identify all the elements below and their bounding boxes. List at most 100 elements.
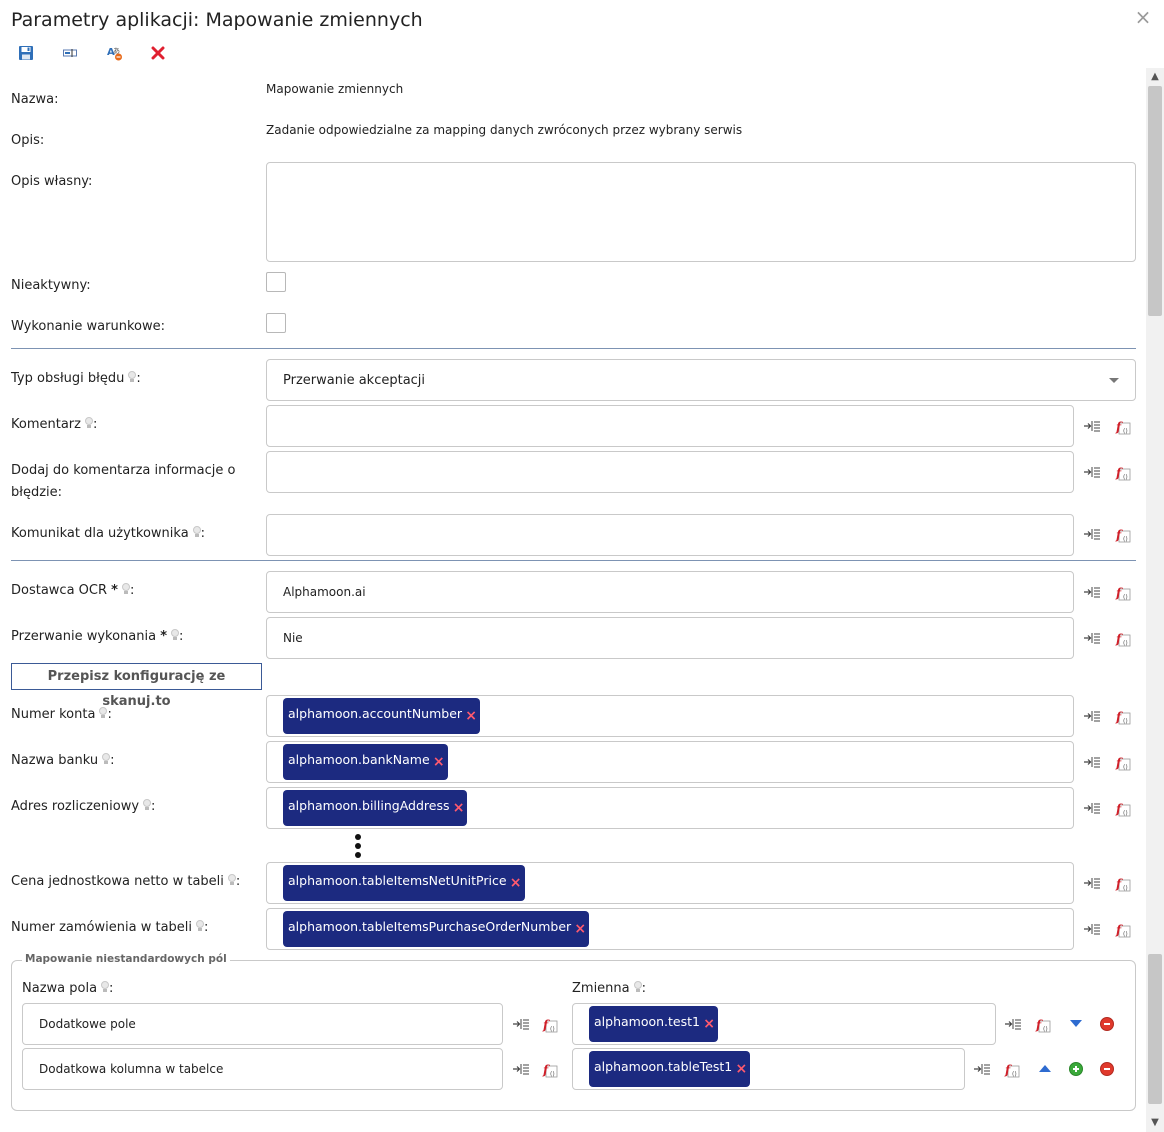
rename-icon[interactable] <box>58 42 82 64</box>
comment-field[interactable] <box>266 405 1074 447</box>
insert-variable-icon[interactable] <box>1083 419 1103 439</box>
inactive-label: Nieaktywny: <box>11 278 91 293</box>
user-message-field[interactable] <box>266 514 1074 556</box>
mapping-field-bank-name[interactable]: alphamoon.bankName × <box>266 741 1074 783</box>
hint-bulb-icon <box>143 799 152 810</box>
expression-editor-icon[interactable]: f() <box>1115 419 1135 439</box>
custom-mapping-legend: Mapowanie niestandardowych pól <box>22 953 230 965</box>
remove-row-icon[interactable] <box>1100 1062 1114 1076</box>
mapping-label-text: Numer konta <box>11 707 96 722</box>
expression-editor-icon[interactable]: f() <box>1115 755 1135 775</box>
vertical-scrollbar[interactable]: ▲ ▼ <box>1146 68 1164 1132</box>
stop-execution-field[interactable]: Nie <box>266 617 1074 659</box>
expression-editor-icon[interactable]: f() <box>1115 922 1135 942</box>
variable-tag-text: alphamoon.tableItemsNetUnitPrice <box>288 873 507 888</box>
expression-editor-icon[interactable]: f() <box>1035 1017 1055 1037</box>
remove-tag-icon[interactable]: × <box>736 1051 748 1087</box>
insert-variable-icon[interactable] <box>512 1062 532 1082</box>
variable-header: Zmienna: <box>572 981 646 996</box>
custom-variable-input[interactable]: alphamoon.test1 × <box>572 1003 996 1045</box>
ocr-provider-field[interactable]: Alphamoon.ai <box>266 571 1074 613</box>
expression-editor-icon[interactable]: f() <box>1115 709 1135 729</box>
variable-tag: alphamoon.bankName × <box>283 744 448 780</box>
insert-variable-icon[interactable] <box>1083 922 1103 942</box>
custom-field-name-input[interactable]: Dodatkowe pole <box>22 1003 503 1045</box>
remove-tag-icon[interactable]: × <box>510 865 522 901</box>
remove-tag-icon[interactable]: × <box>703 1006 715 1042</box>
remove-tag-icon[interactable]: × <box>574 911 586 947</box>
remove-row-icon[interactable] <box>1100 1017 1114 1031</box>
scrollbar-thumb[interactable] <box>1148 86 1162 316</box>
field-name-header-text: Nazwa pola <box>22 981 98 996</box>
insert-variable-icon[interactable] <box>1083 465 1103 485</box>
move-up-icon[interactable] <box>1039 1065 1051 1072</box>
insert-variable-icon[interactable] <box>1083 527 1103 547</box>
separator <box>11 348 1136 349</box>
own-description-textarea[interactable] <box>266 162 1136 262</box>
add-info-field[interactable] <box>266 451 1074 493</box>
expression-editor-icon[interactable]: f() <box>1115 876 1135 896</box>
remove-tag-icon[interactable]: × <box>433 744 445 780</box>
colon: : <box>204 920 209 935</box>
expression-editor-icon[interactable]: f() <box>1115 801 1135 821</box>
svg-text:(): () <box>1123 536 1128 543</box>
move-down-icon[interactable] <box>1070 1020 1082 1027</box>
error-type-select[interactable]: Przerwanie akceptacji <box>266 359 1136 401</box>
svg-text:(): () <box>1123 640 1128 647</box>
scroll-up-icon[interactable]: ▲ <box>1146 68 1164 86</box>
variable-tag: alphamoon.tableItemsNetUnitPrice × <box>283 865 525 901</box>
scroll-down-icon[interactable]: ▼ <box>1146 1114 1164 1132</box>
colon: : <box>110 753 115 768</box>
colon: : <box>136 371 141 386</box>
inactive-checkbox[interactable] <box>266 272 286 292</box>
conditional-checkbox[interactable] <box>266 313 286 333</box>
mapping-field-account-number[interactable]: alphamoon.accountNumber × <box>266 695 1074 737</box>
required-mark: * <box>160 629 168 644</box>
expression-editor-icon[interactable]: f() <box>1115 631 1135 651</box>
mapping-label-purchase-order: Numer zamówienia w tabeli: <box>11 920 208 935</box>
mapping-field-billing-address[interactable]: alphamoon.billingAddress × <box>266 787 1074 829</box>
mapping-field-purchase-order[interactable]: alphamoon.tableItemsPurchaseOrderNumber × <box>266 908 1074 950</box>
hint-bulb-icon <box>121 583 130 594</box>
expression-editor-icon[interactable]: f() <box>1115 527 1135 547</box>
insert-variable-icon[interactable] <box>1083 755 1103 775</box>
svg-text:(): () <box>1123 428 1128 435</box>
mapping-field-net-unit-price[interactable]: alphamoon.tableItemsNetUnitPrice × <box>266 862 1074 904</box>
insert-variable-icon[interactable] <box>512 1017 532 1037</box>
insert-variable-icon[interactable] <box>1083 631 1103 651</box>
save-icon[interactable] <box>14 42 38 64</box>
colon: : <box>107 707 112 722</box>
custom-field-name-input[interactable]: Dodatkowa kolumna w tabelce <box>22 1048 503 1090</box>
colon: : <box>641 981 647 996</box>
expression-editor-icon[interactable]: f() <box>542 1062 562 1082</box>
scrollbar-thumb-lower[interactable] <box>1148 954 1162 1104</box>
insert-variable-icon[interactable] <box>1083 876 1103 896</box>
insert-variable-icon[interactable] <box>1083 801 1103 821</box>
delete-icon[interactable] <box>146 42 170 64</box>
variable-header-text: Zmienna <box>572 981 630 996</box>
custom-variable-input[interactable]: alphamoon.tableTest1 × <box>572 1048 965 1090</box>
insert-variable-icon[interactable] <box>1083 585 1103 605</box>
variable-tag-text: alphamoon.test1 <box>594 1014 700 1029</box>
expression-editor-icon[interactable]: f() <box>1115 585 1135 605</box>
expression-editor-icon[interactable]: f() <box>1115 465 1135 485</box>
stop-execution-label-text: Przerwanie wykonania <box>11 629 157 644</box>
translate-icon[interactable]: Aあ <box>103 42 127 64</box>
remove-tag-icon[interactable]: × <box>453 790 465 826</box>
insert-variable-icon[interactable] <box>973 1062 993 1082</box>
add-row-icon[interactable] <box>1069 1062 1083 1076</box>
ocr-provider-label-text: Dostawca OCR <box>11 583 108 598</box>
variable-tag-text: alphamoon.accountNumber <box>288 706 463 721</box>
hint-bulb-icon <box>171 629 180 640</box>
ocr-provider-label: Dostawca OCR *: <box>11 583 134 598</box>
rewrite-config-button[interactable]: Przepisz konfigurację ze skanuj.to <box>11 663 262 709</box>
remove-tag-icon[interactable]: × <box>465 698 477 734</box>
close-icon[interactable]: × <box>1133 6 1153 28</box>
hint-bulb-icon <box>102 753 111 764</box>
expression-editor-icon[interactable]: f() <box>1004 1062 1024 1082</box>
insert-variable-icon[interactable] <box>1083 709 1103 729</box>
error-type-label: Typ obsługi błędu: <box>11 371 141 386</box>
expression-editor-icon[interactable]: f() <box>542 1017 562 1037</box>
insert-variable-icon[interactable] <box>1004 1017 1024 1037</box>
hint-bulb-icon <box>99 707 108 718</box>
